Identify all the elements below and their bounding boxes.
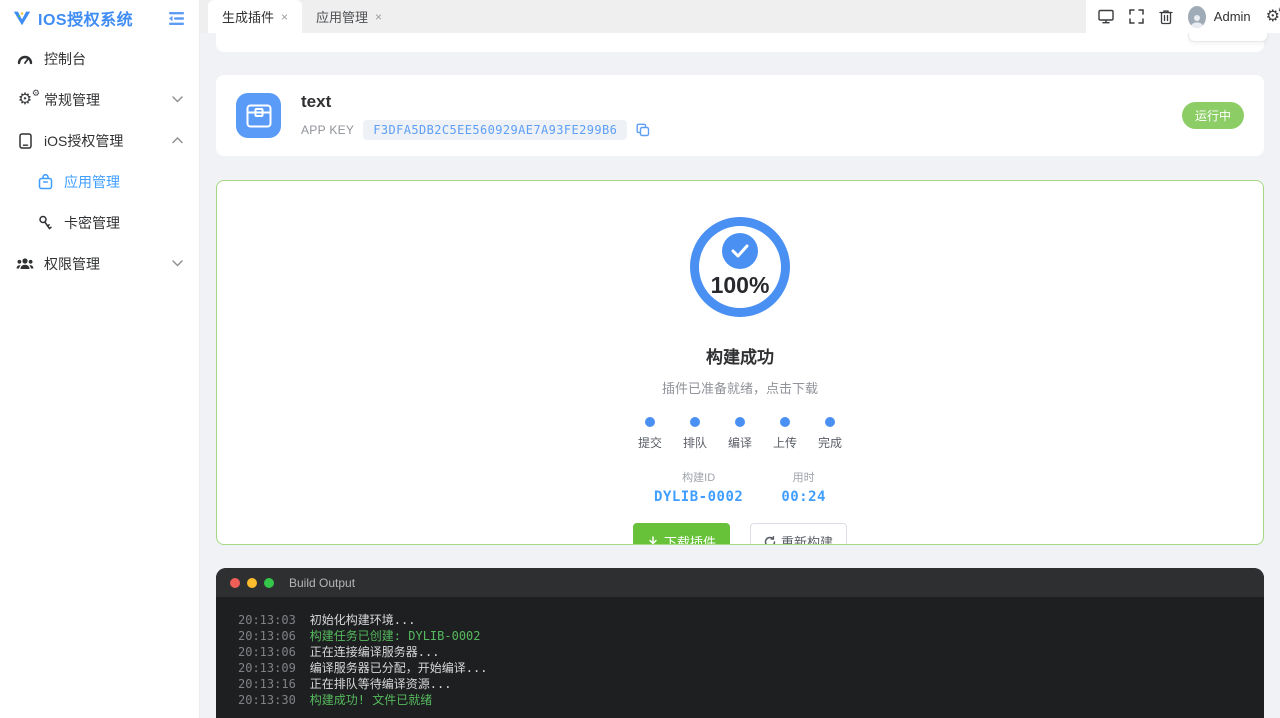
download-icon: [647, 535, 659, 545]
build-status-subtitle: 插件已准备就绪，点击下载: [661, 381, 818, 396]
terminal-title: Build Output: [289, 575, 356, 590]
tablet-icon: [16, 132, 34, 149]
app-info-card: text APP KEY F3DFA5DB2C5EE560929AE7A93FE…: [216, 75, 1264, 156]
build-result-card: 100% 构建成功 插件已准备就绪，点击下载 提交 排队 编译 上传 完成 构建…: [216, 180, 1264, 545]
app-key-value: F3DFA5DB2C5EE560929AE7A93FE299B6: [363, 119, 628, 140]
sidebar-item-label: 卡密管理: [64, 214, 120, 231]
close-icon[interactable]: ×: [281, 10, 288, 24]
build-id-stat: 构建ID DYLIB-0002: [654, 472, 744, 505]
tab-generate-plugin[interactable]: 生成插件 ×: [208, 0, 303, 33]
sidebar-item-label: 应用管理: [64, 173, 120, 190]
build-status-title: 构建成功: [706, 348, 774, 367]
app-name: text: [301, 91, 332, 111]
sidebar-item-label: 权限管理: [44, 255, 100, 272]
package-icon: [236, 93, 281, 138]
monitor-icon[interactable]: [1098, 9, 1114, 24]
trash-icon[interactable]: [1159, 9, 1173, 25]
status-badge: 运行中: [1181, 102, 1244, 129]
build-stats: 构建ID DYLIB-0002 用时 00:24: [217, 469, 1263, 505]
check-icon: [722, 233, 758, 269]
tab-label: 应用管理: [316, 10, 369, 25]
main-content: text APP KEY F3DFA5DB2C5EE560929AE7A93FE…: [200, 33, 1280, 718]
chevron-up-icon: [172, 137, 183, 144]
log-line: 20:13:30 构建成功! 文件已就绪: [238, 693, 433, 707]
sidebar-menu: 控制台 ⚙ ⚙ 常规管理 iOS授权管理 应用管理 卡密管理 权限管理: [0, 36, 199, 284]
step-dot: [690, 417, 700, 427]
settings-icon[interactable]: ⚙⚙: [1266, 5, 1280, 25]
step-dot: [645, 417, 655, 427]
scrolled-card-sliver: [216, 33, 1264, 52]
log-line: 20:13:16 正在排队等待编译资源...: [238, 677, 452, 691]
build-steps: 提交 排队 编译 上传 完成: [217, 417, 1263, 451]
log-line: 20:13:03 初始化构建环境...: [238, 613, 416, 627]
avatar[interactable]: [1188, 5, 1206, 28]
rebuild-button[interactable]: 重新构建: [750, 523, 848, 544]
refresh-icon: [764, 535, 776, 544]
step-dot: [735, 417, 745, 427]
sidebar-item-dashboard[interactable]: 控制台: [0, 38, 199, 79]
progress-ring: 100%: [690, 217, 790, 317]
sidebar-item-permissions[interactable]: 权限管理: [0, 243, 199, 284]
app-title: IOS授权系统: [38, 12, 134, 29]
step-dot: [780, 417, 790, 427]
sidebar: IOS授权系统 控制台 ⚙ ⚙ 常规管理 iOS授权管理 应用管理 卡密管理 权…: [0, 0, 200, 718]
terminal-header: Build Output: [216, 568, 1264, 597]
close-icon[interactable]: ×: [375, 10, 382, 24]
copy-icon[interactable]: [636, 123, 650, 137]
build-output-terminal: Build Output 20:13:03 初始化构建环境... 20:13:06…: [216, 568, 1264, 718]
dashboard-icon: [16, 52, 34, 66]
sidebar-item-label: 常规管理: [44, 91, 100, 108]
logo-icon: [12, 8, 32, 28]
sidebar-item-ios-auth[interactable]: iOS授权管理: [0, 120, 199, 161]
step-done: 完成: [817, 417, 843, 451]
build-duration-stat: 用时 00:24: [781, 472, 826, 505]
step-upload: 上传: [772, 417, 798, 451]
step-dot: [825, 417, 835, 427]
log-line: 20:13:06 构建任务已创建: DYLIB-0002: [238, 629, 481, 643]
window-minimize-dot: [247, 577, 257, 588]
sidebar-item-label: iOS授权管理: [44, 132, 124, 149]
collapse-sidebar-icon[interactable]: [168, 11, 185, 26]
key-icon: [36, 215, 54, 231]
gears-icon: ⚙ ⚙: [17, 87, 40, 108]
chevron-down-icon: [172, 260, 183, 267]
users-icon: [16, 257, 34, 271]
window-close-dot: [230, 577, 240, 588]
tab-app-management[interactable]: 应用管理 ×: [302, 0, 396, 33]
sidebar-item-general[interactable]: ⚙ ⚙ 常规管理: [0, 79, 199, 120]
build-actions: 下载插件 重新构建: [217, 523, 1263, 545]
build-duration-value: 00:24: [781, 489, 826, 505]
app-key-label: APP KEY: [301, 122, 355, 137]
user-name[interactable]: Admin: [1214, 9, 1251, 24]
step-queue: 排队: [682, 417, 708, 451]
step-compile: 编译: [727, 417, 753, 451]
step-submit: 提交: [637, 417, 663, 451]
chevron-down-icon: [172, 96, 183, 103]
progress-percent: 100%: [710, 272, 770, 298]
terminal-log: 20:13:03 初始化构建环境... 20:13:06 构建任务已创建: DYLI…: [216, 597, 1264, 708]
sidebar-item-label: 控制台: [44, 50, 86, 67]
tab-label: 生成插件: [222, 10, 275, 25]
sidebar-item-app-management[interactable]: 应用管理: [0, 161, 199, 202]
sidebar-item-card-key-management[interactable]: 卡密管理: [0, 202, 199, 243]
build-id-value: DYLIB-0002: [654, 489, 744, 505]
log-line: 20:13:09 编译服务器已分配，开始编译...: [238, 661, 488, 675]
fullscreen-icon[interactable]: [1129, 9, 1144, 24]
log-line: 20:13:06 正在连接编译服务器...: [238, 645, 440, 659]
topbar-actions: Admin ⚙⚙: [1086, 0, 1280, 33]
user-dropdown-panel: [1188, 33, 1268, 42]
logo-row: IOS授权系统: [0, 0, 199, 36]
bag-icon: [36, 173, 54, 190]
window-maximize-dot: [264, 577, 274, 588]
download-plugin-button[interactable]: 下载插件: [632, 523, 730, 545]
